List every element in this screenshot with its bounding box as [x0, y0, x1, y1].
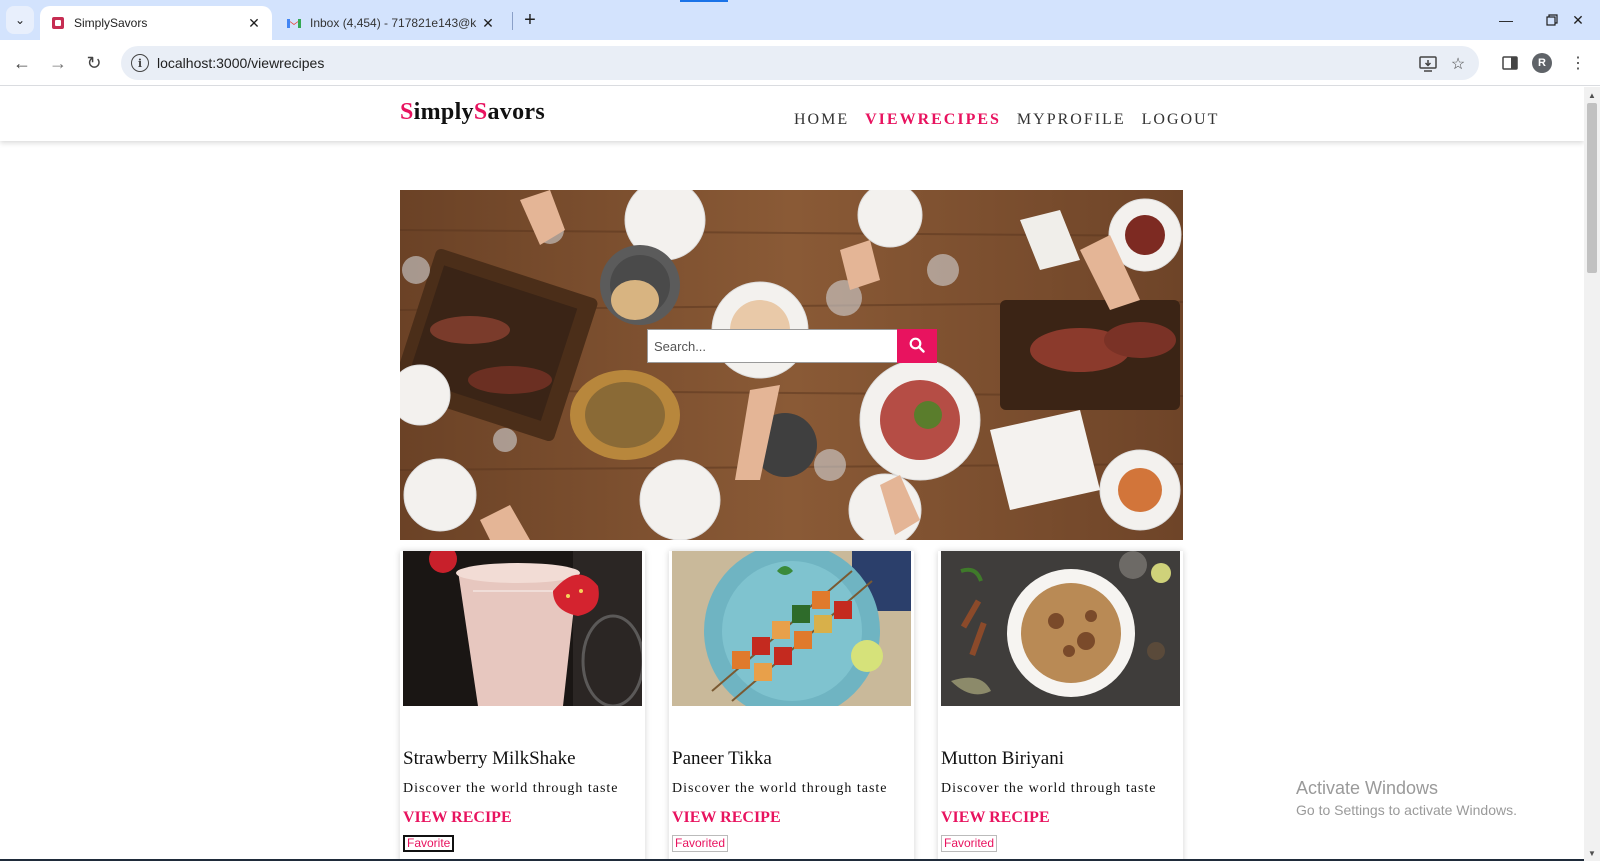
view-recipe-link[interactable]: VIEW RECIPE — [941, 809, 1050, 827]
logo-text: avors — [487, 99, 545, 125]
tab-separator — [512, 12, 513, 30]
recipe-image-paneer-tikka — [672, 551, 911, 706]
browser-tab-strip: ⌄ SimplySavors ✕ Inbox (4,454) - 717821e… — [0, 0, 1600, 40]
recipe-card: Paneer Tikka Discover the world through … — [669, 551, 914, 861]
browser-toolbar: ← → ↻ i localhost:3000/viewrecipes ☆ R ⋮ — [0, 40, 1600, 86]
window-close-icon[interactable]: ✕ — [1556, 6, 1600, 34]
search-input[interactable] — [647, 329, 897, 363]
simplysavors-favicon — [50, 15, 66, 31]
logo-letter: S — [473, 99, 488, 125]
recipe-image-mutton-biriyani — [941, 551, 1180, 706]
tab-drag-indicator — [680, 0, 728, 2]
recipe-description: Discover the world through taste — [941, 781, 1157, 796]
more-menu-icon[interactable]: ⋮ — [1564, 49, 1592, 77]
recipe-card: Mutton Biriyani Discover the world throu… — [938, 551, 1183, 861]
view-recipe-link[interactable]: VIEW RECIPE — [403, 809, 512, 827]
nav-myprofile[interactable]: MYPROFILE — [1017, 111, 1126, 129]
site-header: SimplySavors HOME VIEWRECIPES MYPROFILE … — [0, 87, 1584, 141]
install-app-icon[interactable] — [1417, 53, 1439, 75]
bookmark-star-icon[interactable]: ☆ — [1447, 53, 1469, 75]
favorite-button[interactable]: Favorite — [403, 835, 455, 852]
tab-close-icon[interactable]: ✕ — [244, 13, 264, 33]
tab-title: SimplySavors — [74, 16, 148, 30]
search-icon — [909, 337, 925, 356]
recipe-name: Strawberry MilkShake — [403, 748, 576, 769]
forward-arrow-icon[interactable]: → — [44, 49, 72, 77]
tab-close-icon[interactable]: ✕ — [478, 13, 498, 33]
watermark-subtitle: Go to Settings to activate Windows. — [1296, 802, 1517, 818]
reload-icon[interactable]: ↻ — [80, 49, 108, 77]
windows-activation-watermark: Activate Windows Go to Settings to activ… — [1296, 778, 1517, 818]
favorite-button[interactable]: Favorited — [672, 835, 729, 852]
recipe-description: Discover the world through taste — [672, 781, 888, 796]
recipe-image-milkshake — [403, 551, 642, 706]
favorite-button[interactable]: Favorited — [941, 835, 998, 852]
tab-title: Inbox (4,454) - 717821e143@k — [310, 16, 477, 30]
profile-avatar[interactable]: R — [1532, 53, 1552, 73]
nav-logout[interactable]: LOGOUT — [1142, 111, 1220, 129]
hero-banner-image — [400, 190, 1183, 540]
nav-viewrecipes[interactable]: VIEWRECIPES — [865, 111, 1001, 129]
logo-letter: S — [400, 99, 414, 125]
recipe-card: Strawberry MilkShake Discover the world … — [400, 551, 645, 861]
scroll-up-arrow-icon[interactable]: ▲ — [1584, 87, 1600, 103]
view-recipe-link[interactable]: VIEW RECIPE — [672, 809, 781, 827]
page-viewport: SimplySavors HOME VIEWRECIPES MYPROFILE … — [0, 87, 1584, 861]
page-scrollbar[interactable]: ▲ ▼ — [1584, 87, 1600, 861]
scroll-down-arrow-icon[interactable]: ▼ — [1584, 845, 1600, 861]
side-panel-icon[interactable] — [1496, 49, 1524, 77]
back-arrow-icon[interactable]: ← — [8, 49, 36, 77]
logo-text: imply — [413, 99, 474, 125]
main-nav: HOME VIEWRECIPES MYPROFILE LOGOUT — [794, 111, 1219, 129]
new-tab-plus-icon[interactable]: + — [518, 8, 542, 32]
tab-search-chevron-icon[interactable]: ⌄ — [6, 6, 34, 34]
url-text[interactable]: localhost:3000/viewrecipes — [157, 55, 324, 71]
gmail-icon — [286, 15, 302, 31]
recipe-search-form — [647, 329, 937, 363]
tab-simplysavors[interactable]: SimplySavors ✕ — [40, 6, 272, 40]
minimize-icon[interactable]: — — [1484, 6, 1528, 34]
scrollbar-thumb[interactable] — [1587, 103, 1597, 273]
nav-home[interactable]: HOME — [794, 111, 849, 129]
recipe-description: Discover the world through taste — [403, 781, 619, 796]
tab-gmail-inbox[interactable]: Inbox (4,454) - 717821e143@k ✕ — [276, 6, 506, 40]
recipe-name: Paneer Tikka — [672, 748, 772, 769]
address-bar[interactable]: i localhost:3000/viewrecipes ☆ — [121, 46, 1479, 80]
recipe-name: Mutton Biriyani — [941, 748, 1064, 769]
search-button[interactable] — [897, 329, 937, 363]
site-logo[interactable]: SimplySavors — [400, 99, 545, 126]
watermark-title: Activate Windows — [1296, 778, 1439, 798]
site-info-icon[interactable]: i — [131, 54, 149, 72]
